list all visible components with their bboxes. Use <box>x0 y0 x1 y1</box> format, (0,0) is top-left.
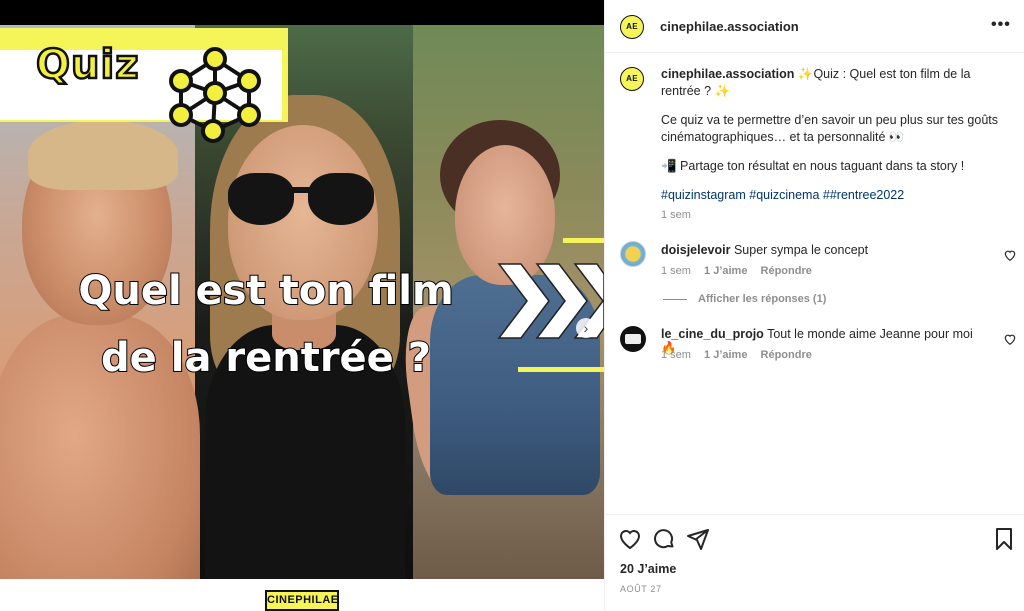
accent-line-bottom <box>518 367 604 372</box>
caption-line-2: Ce quiz va te permettre d’en savoir un p… <box>661 113 998 144</box>
headline-line-1: Quel est ton film <box>77 267 454 315</box>
comment-username[interactable]: doisjelevoir <box>661 243 730 257</box>
likes-count[interactable]: 20 J’aime <box>620 562 676 576</box>
caption-time[interactable]: 1 sem <box>661 209 691 221</box>
quiz-badge-text: Quiz <box>35 41 140 90</box>
heart-icon[interactable] <box>1003 332 1017 346</box>
cinephilae-logo: CINEPHILAE <box>265 590 339 611</box>
sunglasses-shape <box>228 173 374 225</box>
comment-meta: 1 sem 1 J’aime Répondre <box>661 349 812 361</box>
more-options-icon[interactable]: ••• <box>991 16 1015 36</box>
post-actions: 20 J’aime AOÛT 27 <box>605 514 1024 611</box>
commenter-avatar[interactable] <box>620 326 646 352</box>
accent-line-top <box>563 238 604 243</box>
caption-hashtags[interactable]: #quizinstagram #quizcinema ##rentree2022 <box>661 187 1006 204</box>
view-replies-button[interactable]: Afficher les réponses (1) <box>698 293 826 305</box>
reply-button[interactable]: Répondre <box>761 349 812 361</box>
post-caption: cinephilae.association ✨Quiz : Quel est … <box>661 66 1006 210</box>
carousel-next-icon[interactable]: › <box>576 318 596 338</box>
heart-icon[interactable] <box>1003 248 1017 262</box>
replies-divider <box>663 299 687 300</box>
post-header: AE cinephilae.association ••• <box>605 0 1024 53</box>
figure-man-hair <box>28 120 178 190</box>
comment-username[interactable]: le_cine_du_projo <box>661 327 764 341</box>
caption-avatar[interactable]: AE <box>620 67 644 91</box>
heart-icon[interactable] <box>618 527 642 551</box>
reply-button[interactable]: Répondre <box>761 265 812 277</box>
headline-line-2: de la rentrée ? <box>100 334 432 382</box>
neural-network-icon <box>169 47 261 143</box>
caption-line-3: 📲 Partage ton résultat en nous taguant d… <box>661 159 965 173</box>
bookmark-icon[interactable] <box>992 527 1016 551</box>
comment-time[interactable]: 1 sem <box>661 349 691 361</box>
post-date[interactable]: AOÛT 27 <box>620 584 662 594</box>
comment-likes[interactable]: 1 J’aime <box>704 265 747 277</box>
comment-meta: 1 sem 1 J’aime Répondre <box>661 265 812 277</box>
comment-text: Super sympa le concept <box>733 243 869 257</box>
comment-icon[interactable] <box>652 527 676 551</box>
comment-item: doisjelevoir Super sympa le concept <box>661 243 991 257</box>
post-sidebar: AE cinephilae.association ••• AE cinephi… <box>604 0 1024 611</box>
share-icon[interactable] <box>686 527 710 551</box>
post-media: Quiz Quel est ton film de la rentrée ? ›… <box>0 0 604 611</box>
commenter-avatar[interactable] <box>620 241 646 267</box>
comment-likes[interactable]: 1 J’aime <box>704 349 747 361</box>
caption-username[interactable]: cinephilae.association <box>661 67 794 81</box>
media-top-bar <box>0 0 604 25</box>
post-username[interactable]: cinephilae.association <box>660 19 799 34</box>
avatar[interactable]: AE <box>620 15 644 39</box>
comment-time[interactable]: 1 sem <box>661 265 691 277</box>
